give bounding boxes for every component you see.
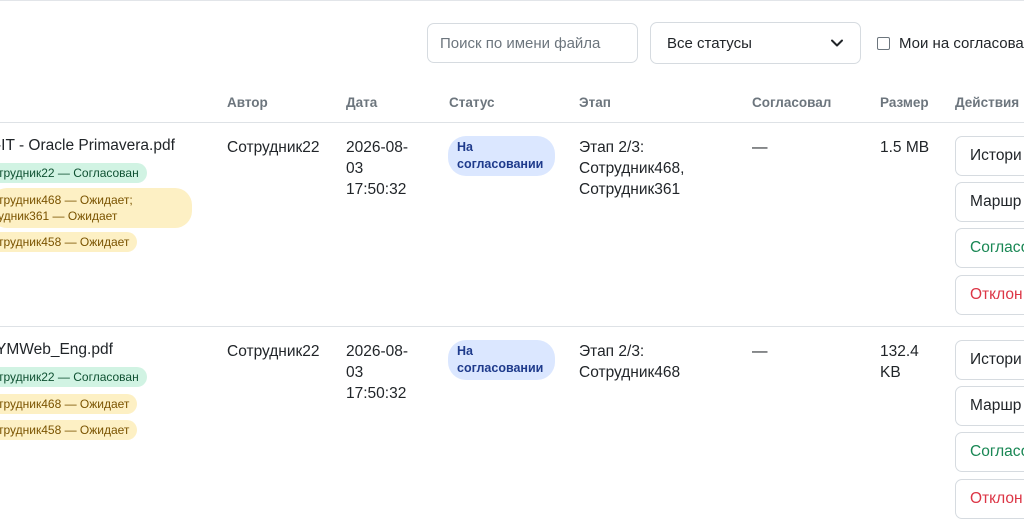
reject-button[interactable]: Отклон bbox=[955, 275, 1024, 315]
status-badge: На согласовании bbox=[448, 136, 555, 176]
approved-by-cell: — bbox=[752, 139, 768, 156]
route-step-badge: трудник458 — Ожидает bbox=[0, 232, 138, 252]
approved-by-cell: — bbox=[752, 343, 768, 360]
row-divider bbox=[0, 326, 1024, 327]
mine-checkbox[interactable] bbox=[877, 36, 890, 50]
size-cell: 132.4 KB bbox=[880, 343, 919, 381]
route-button[interactable]: Маршр bbox=[955, 182, 1024, 222]
status-filter-value: Все статусы bbox=[667, 34, 752, 52]
mine-label: Мои на согласован bbox=[899, 34, 1024, 52]
approve-button[interactable]: Согласо bbox=[955, 228, 1024, 268]
status-filter-select[interactable]: Все статусы bbox=[650, 22, 861, 64]
column-stage: Этап bbox=[579, 95, 611, 110]
reject-button[interactable]: Отклон bbox=[955, 479, 1024, 519]
date-cell: 2026-08-03 17:50:32 bbox=[346, 139, 409, 198]
date-cell: 2026-08-03 17:50:32 bbox=[346, 343, 409, 402]
status-badge: На согласовании bbox=[448, 340, 555, 380]
file-name[interactable]: -IT - Oracle Primavera.pdf bbox=[0, 137, 175, 155]
stage-cell: Этап 2/3: Сотрудник468 bbox=[579, 343, 681, 381]
size-cell: 1.5 MB bbox=[880, 139, 930, 156]
route-step-badge: трудник458 — Ожидает bbox=[0, 420, 138, 440]
column-actions: Действия bbox=[955, 95, 1020, 110]
column-author: Автор bbox=[227, 95, 268, 110]
chevron-down-icon bbox=[831, 39, 843, 47]
history-button[interactable]: Истори bbox=[955, 136, 1024, 176]
column-size: Размер bbox=[880, 95, 929, 110]
route-step-badge: трудник22 — Согласован bbox=[0, 163, 147, 183]
route-step-badge: трудник468 — Ожидает; удник361 — Ожидает bbox=[0, 188, 192, 228]
filename-search-input[interactable] bbox=[427, 23, 638, 63]
route-step-badge: трудник468 — Ожидает bbox=[0, 394, 138, 414]
mine-filter[interactable]: Мои на согласован bbox=[877, 34, 1024, 52]
route-step-badge: трудник22 — Согласован bbox=[0, 367, 147, 387]
top-divider bbox=[0, 0, 1024, 1]
column-approved-by: Согласовал bbox=[752, 95, 832, 110]
author-cell: Сотрудник22 bbox=[227, 139, 320, 156]
stage-cell: Этап 2/3: Сотрудник468, Сотрудник361 bbox=[579, 139, 685, 198]
history-button[interactable]: Истори bbox=[955, 340, 1024, 380]
approve-button[interactable]: Согласо bbox=[955, 432, 1024, 472]
author-cell: Сотрудник22 bbox=[227, 343, 320, 360]
column-status: Статус bbox=[449, 95, 495, 110]
file-name[interactable]: YMWeb_Eng.pdf bbox=[0, 341, 113, 359]
header-divider bbox=[0, 122, 1024, 123]
route-button[interactable]: Маршр bbox=[955, 386, 1024, 426]
column-date: Дата bbox=[346, 95, 378, 110]
